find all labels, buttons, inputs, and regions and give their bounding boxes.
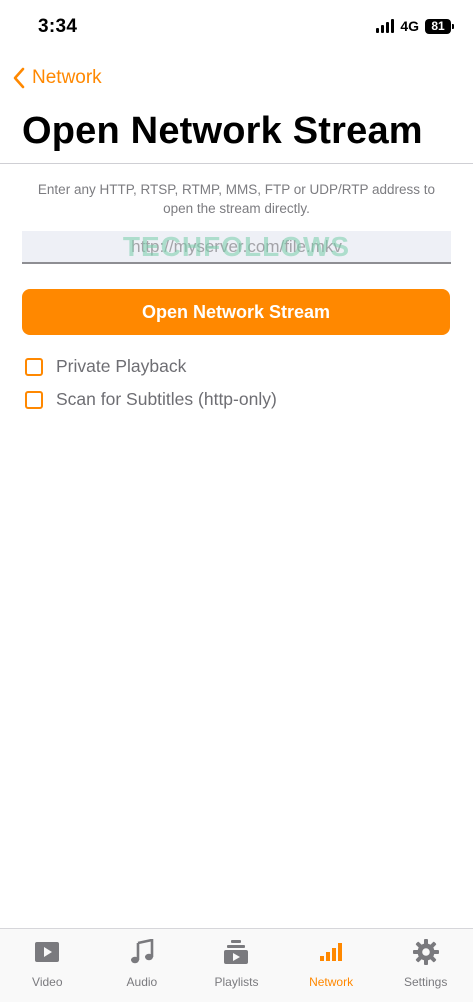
battery-level: 81 — [431, 19, 445, 33]
url-field-container: TECHFOLLOWS — [22, 231, 451, 264]
private-playback-label: Private Playback — [56, 356, 187, 376]
status-indicators: 4G 81 — [376, 18, 454, 34]
tab-network-label: Network — [309, 975, 354, 989]
scan-subtitles-option[interactable]: Scan for Subtitles (http-only) — [25, 389, 277, 410]
page-title: Open Network Stream — [22, 110, 423, 152]
gear-icon — [412, 939, 439, 965]
tab-video[interactable]: Video — [0, 929, 95, 1002]
tab-bar: Video Audio Playlists Network Settings — [0, 928, 473, 1002]
battery-icon: 81 — [425, 18, 454, 34]
playlist-icon — [223, 939, 249, 965]
video-icon — [34, 939, 60, 965]
url-input[interactable] — [22, 231, 451, 262]
music-note-icon — [130, 939, 154, 965]
tab-playlists-label: Playlists — [214, 975, 259, 989]
status-time: 3:34 — [38, 16, 78, 37]
tab-video-label: Video — [32, 975, 63, 989]
header-divider — [0, 163, 473, 164]
status-bar: 3:34 4G 81 — [0, 0, 473, 56]
back-button-label: Network — [32, 67, 102, 88]
chevron-left-icon — [13, 67, 25, 89]
tab-playlists[interactable]: Playlists — [189, 929, 284, 1002]
open-network-stream-button[interactable]: Open Network Stream — [22, 289, 450, 335]
tab-audio-label: Audio — [126, 975, 158, 989]
scan-subtitles-checkbox[interactable] — [25, 390, 43, 409]
tab-settings-label: Settings — [403, 975, 448, 989]
back-button[interactable]: Network — [12, 66, 102, 90]
private-playback-option[interactable]: Private Playback — [25, 356, 186, 377]
tab-network[interactable]: Network — [284, 929, 379, 1002]
scan-subtitles-label: Scan for Subtitles (http-only) — [56, 389, 277, 409]
network-type: 4G — [400, 18, 419, 34]
tab-settings[interactable]: Settings — [378, 929, 473, 1002]
tab-audio[interactable]: Audio — [95, 929, 190, 1002]
signal-strength-icon — [376, 19, 395, 33]
network-bars-icon — [319, 939, 343, 965]
private-playback-checkbox[interactable] — [25, 357, 43, 376]
stream-description: Enter any HTTP, RTSP, RTMP, MMS, FTP or … — [37, 182, 436, 216]
